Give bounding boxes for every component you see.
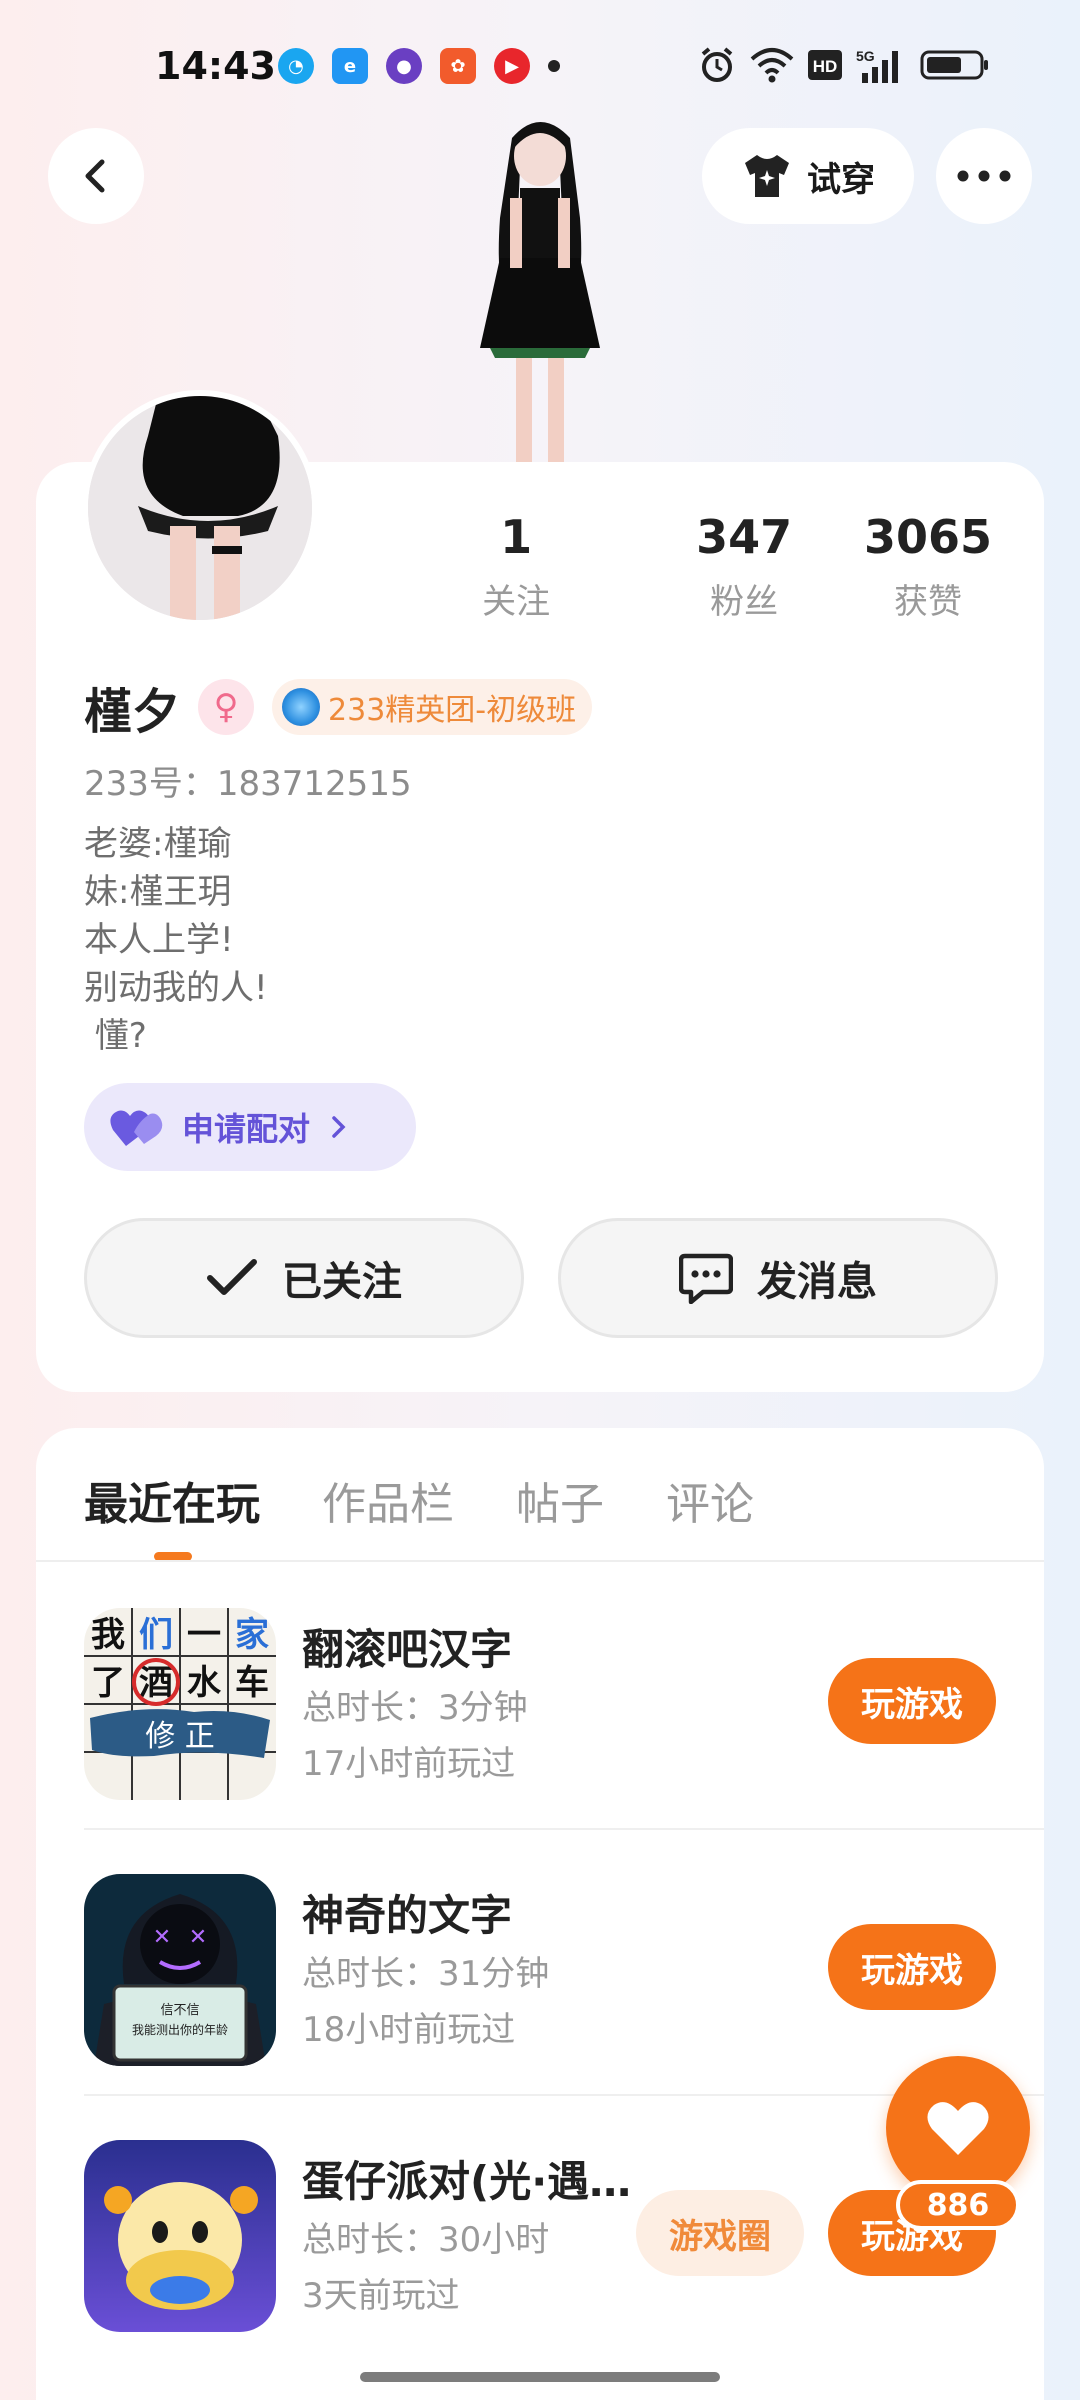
stat-fans-label: 粉丝	[710, 582, 779, 622]
game-duration: 总时长：31分钟	[302, 1954, 550, 1994]
game-last-played: 17小时前玩过	[302, 1744, 516, 1784]
profile-stats: 1 关注 347 粉丝 3065 获赞	[460, 510, 1020, 623]
user-id: 233号：183712515	[84, 764, 412, 804]
like-count-badge: 886	[896, 2180, 1020, 2230]
try-on-label: 试穿	[807, 159, 875, 200]
check-icon	[207, 1259, 257, 1295]
svg-text:我能测出你的年龄: 我能测出你的年龄	[132, 2022, 228, 2037]
send-message-label: 发消息	[757, 1259, 877, 1305]
pair-hearts-icon	[110, 1110, 163, 1146]
svg-text:修 正: 修 正	[145, 1719, 215, 1754]
game-icon-hanzi: 我 们 一 家 了 酒 水 车 修 正	[84, 1608, 276, 1800]
svg-text:们: 们	[139, 1615, 173, 1655]
chat-bubble-icon	[679, 1253, 733, 1304]
game-duration: 总时长：3分钟	[302, 1688, 528, 1728]
edge-browser-icon: e	[332, 48, 368, 84]
5g-signal-icon: 5G	[856, 48, 898, 83]
tab-works[interactable]: 作品栏	[322, 1468, 454, 1532]
home-indicator[interactable]	[360, 2372, 720, 2382]
avatar-character-figure	[480, 122, 600, 468]
game-name: 神奇的文字	[302, 1891, 513, 1940]
chevron-right-icon	[332, 1116, 346, 1138]
status-time: 14:43	[155, 44, 276, 88]
notification-icons: ◔ e ● ✿ ▶	[278, 48, 560, 84]
tab-recently-played[interactable]: 最近在玩	[84, 1468, 260, 1532]
bio-line: 懂?	[84, 1016, 147, 1056]
stat-likes-value: 3065	[864, 510, 993, 564]
play-game-button[interactable]: 玩游戏	[828, 1658, 996, 1744]
title-badge[interactable]: 233精英团-初级班	[272, 679, 593, 735]
svg-text:信不信: 信不信	[160, 2003, 199, 2018]
svg-text:一: 一	[187, 1615, 221, 1655]
stat-following[interactable]: 1 关注	[460, 510, 572, 623]
tab-posts[interactable]: 帖子	[516, 1468, 604, 1532]
stat-fans-value: 347	[696, 510, 793, 564]
user-name: 槿夕	[84, 684, 181, 740]
more-dot-icon	[548, 60, 560, 72]
game-duration: 总时长：30小时	[302, 2220, 550, 2260]
game-circle-button[interactable]: 游戏圈	[636, 2190, 804, 2276]
name-row: 槿夕 ♀ 233精英团-初级班	[84, 672, 593, 742]
game-list-item[interactable]: ✕ ✕ 信不信 我能测出你的年龄 神奇的文字 总时长：31分钟 18小时前玩过 …	[36, 1830, 1044, 2096]
play-game-button[interactable]: 玩游戏	[828, 1924, 996, 2010]
svg-text:我: 我	[91, 1615, 125, 1655]
more-button[interactable]	[936, 128, 1032, 224]
apply-pair-label: 申请配对	[182, 1110, 311, 1148]
game-name: 翻滚吧汉字	[302, 1625, 513, 1674]
game-last-played: 3天前玩过	[302, 2276, 460, 2316]
stat-likes-label: 获赞	[894, 582, 963, 622]
svg-text:车: 车	[235, 1663, 269, 1703]
bio-line: 妹:槿王玥	[84, 872, 232, 912]
stat-likes[interactable]: 3065 获赞	[836, 510, 1020, 623]
content-tabs: 最近在玩 作品栏 帖子 评论	[84, 1468, 754, 1532]
svg-text:酒: 酒	[139, 1663, 173, 1703]
back-button[interactable]	[48, 128, 144, 224]
alarm-icon	[701, 47, 733, 82]
badge-medal-icon	[282, 688, 321, 726]
svg-text:5G: 5G	[856, 48, 875, 64]
content-card: 最近在玩 作品栏 帖子 评论 我 们 一 家 了 酒 水 车 修 正 翻滚吧汉字…	[36, 1428, 1044, 2400]
bio-line: 老婆:槿瑜	[84, 824, 232, 864]
more-dots-icon	[957, 170, 1011, 182]
game-list-item[interactable]: 我 们 一 家 了 酒 水 车 修 正 翻滚吧汉字 总时长：3分钟 17小时前玩…	[36, 1564, 1044, 1830]
system-icons: HD 5G	[698, 46, 990, 84]
title-badge-label: 233精英团-初级班	[328, 693, 577, 728]
svg-text:HD: HD	[813, 57, 838, 76]
game-icon-eggy-party	[84, 2140, 276, 2332]
stat-following-label: 关注	[482, 582, 551, 622]
game-name: 蛋仔派对(光·遇…	[302, 2157, 632, 2206]
svg-text:✕: ✕	[153, 1925, 171, 1950]
game-icon-magic-text: ✕ ✕ 信不信 我能测出你的年龄	[84, 1874, 276, 2066]
avatar[interactable]	[82, 390, 318, 626]
svg-text:水: 水	[187, 1663, 222, 1703]
tshirt-icon	[745, 155, 789, 197]
user-bio: 老婆:槿瑜 妹:槿王玥 本人上学! 别动我的人! 懂?	[84, 820, 268, 1060]
try-on-button[interactable]: 试穿	[702, 128, 914, 224]
stat-following-value: 1	[500, 510, 533, 564]
video-app-icon: ▶	[494, 48, 530, 84]
tab-comments[interactable]: 评论	[666, 1468, 754, 1532]
female-gender-icon: ♀	[198, 679, 255, 735]
game-last-played: 18小时前玩过	[302, 2010, 516, 2050]
followed-button[interactable]: 已关注	[84, 1218, 524, 1338]
followed-label: 已关注	[282, 1259, 402, 1305]
chevron-left-icon	[85, 159, 105, 193]
svg-text:✕: ✕	[189, 1925, 207, 1950]
bio-line: 本人上学!	[84, 920, 234, 960]
bio-line: 别动我的人!	[84, 968, 268, 1008]
tabs-divider	[36, 1560, 1044, 1562]
stat-fans[interactable]: 347 粉丝	[652, 510, 836, 623]
qq-browser-icon: ◔	[278, 48, 314, 84]
svg-text:了: 了	[91, 1663, 125, 1703]
wifi-icon	[750, 48, 794, 83]
svg-text:家: 家	[235, 1615, 269, 1655]
apply-pair-button[interactable]: 申请配对	[84, 1083, 416, 1171]
kuaishou-icon: ✿	[440, 48, 476, 84]
heart-icon	[927, 2102, 989, 2155]
battery-icon	[920, 50, 988, 80]
like-fab-button[interactable]	[886, 2056, 1030, 2200]
send-message-button[interactable]: 发消息	[558, 1218, 998, 1338]
purple-app-icon: ●	[386, 48, 422, 84]
hd-icon: HD	[808, 50, 842, 80]
